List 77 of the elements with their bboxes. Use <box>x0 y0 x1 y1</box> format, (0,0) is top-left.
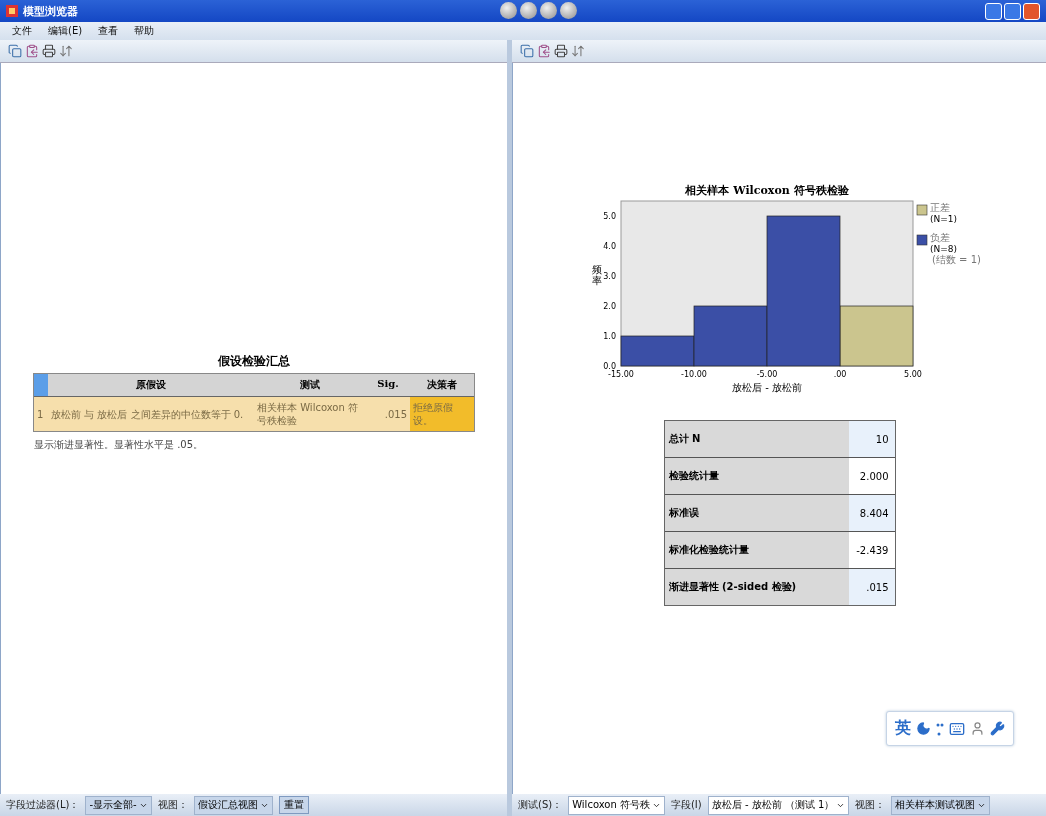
clipboard-icon[interactable] <box>537 44 551 58</box>
table-footnote: 显示渐进显著性。显著性水平是 .05。 <box>34 438 205 452</box>
y-tick-label: 3.0 <box>602 272 616 281</box>
legend-note: (结数 = 1) <box>931 254 981 265</box>
minimize-button[interactable] <box>985 2 1002 20</box>
x-tick-label: 5.00 <box>903 370 922 379</box>
filter-label: 字段过滤器(L)： <box>6 798 80 812</box>
chart-title: 相关样本 Wilcoxon 符号秩检验 <box>684 184 849 197</box>
test-dropdown[interactable]: Wilcoxon 符号秩 <box>568 795 665 815</box>
test-label: 测试(S)： <box>518 798 563 812</box>
copy-icon[interactable] <box>8 44 22 58</box>
field-label: 字段(I) <box>670 798 702 812</box>
y-tick-label: 4.0 <box>602 242 616 251</box>
user-icon[interactable] <box>970 721 985 736</box>
round-button[interactable] <box>520 2 537 19</box>
table-cell: 总计 N <box>664 421 849 457</box>
row-number: 1 <box>34 397 48 431</box>
table-cell: 检验统计量 <box>664 458 849 494</box>
legend-count: (N=1) <box>929 214 957 224</box>
view-dropdown[interactable]: 假设汇总视图 <box>193 795 273 815</box>
table-cell: 10 <box>848 421 895 457</box>
language-mode[interactable]: 英 <box>895 718 911 739</box>
punctuation-icon[interactable] <box>936 721 944 736</box>
round-button[interactable] <box>500 2 517 19</box>
view-label: 视图： <box>157 798 188 812</box>
x-tick-label: -10.00 <box>680 370 707 379</box>
x-tick-label: .00 <box>833 370 846 379</box>
column-header[interactable]: 决策者 <box>410 374 474 397</box>
menu-item[interactable]: 编辑(E) <box>48 24 83 38</box>
reset-button[interactable]: 重置 <box>278 796 309 814</box>
x-tick-label: -15.00 <box>607 370 634 379</box>
legend-swatch <box>916 204 927 216</box>
table-title: 假设检验汇总 <box>218 353 290 370</box>
y-tick-label: 5.0 <box>602 212 616 221</box>
round-button[interactable] <box>560 2 577 19</box>
x-tick-label: -5.00 <box>756 370 777 379</box>
table-cell: 标准化检验统计量 <box>664 532 849 568</box>
table-cell: .015 <box>848 569 895 605</box>
table-cell: 标准误 <box>664 495 849 531</box>
view-label: 视图： <box>855 798 886 812</box>
menu-item[interactable]: 文件 <box>12 24 32 38</box>
legend-swatch <box>916 234 927 246</box>
y-tick-label: 2.0 <box>602 302 616 311</box>
y-tick-label: 0.0 <box>602 362 616 371</box>
legend-label: 负差 <box>929 232 950 243</box>
wrench-icon[interactable] <box>990 721 1005 736</box>
clipboard-icon[interactable] <box>25 44 39 58</box>
menu-item[interactable]: 查看 <box>98 24 119 38</box>
close-button[interactable] <box>1023 2 1040 20</box>
table-cell: 8.404 <box>848 495 895 531</box>
column-header[interactable]: Sig. <box>366 374 410 397</box>
table-cell: 放松前 与 放松后 之间差异的中位数等于 0. <box>48 397 254 431</box>
table-cell: 渐进显著性 (2-sided 检验) <box>664 569 849 605</box>
decision-cell: 拒绝原假设。 <box>410 397 474 431</box>
printer-icon[interactable] <box>42 44 56 58</box>
column-header[interactable]: 测试 <box>254 374 366 397</box>
keyboard-icon[interactable] <box>949 720 965 737</box>
x-axis-label: 放松后 - 放松前 <box>731 382 802 393</box>
maximize-button[interactable] <box>1004 2 1021 20</box>
round-button[interactable] <box>540 2 557 19</box>
view-dropdown[interactable]: 相关样本测试视图 <box>891 795 991 815</box>
menu-item[interactable]: 帮助 <box>134 24 155 38</box>
table-cell: .015 <box>366 397 410 431</box>
legend-label: 正差 <box>929 202 950 213</box>
table-cell: 相关样本 Wilcoxon 符号秩检验 <box>254 397 366 431</box>
filter-dropdown[interactable]: -显示全部- <box>85 795 152 815</box>
y-tick-label: 1.0 <box>602 332 616 341</box>
column-header[interactable]: 原假设 <box>48 374 254 397</box>
moon-icon[interactable] <box>916 721 931 736</box>
field-dropdown[interactable]: 放松后 - 放松前 （测试 1） <box>707 795 850 815</box>
window-title: 模型浏览器 <box>23 3 78 19</box>
legend-count: (N=8) <box>929 244 957 254</box>
app-icon <box>6 5 18 17</box>
header-corner <box>34 374 48 397</box>
y-axis-label: 频率 <box>591 264 602 286</box>
printer-icon[interactable] <box>554 44 568 58</box>
copy-icon[interactable] <box>520 44 534 58</box>
